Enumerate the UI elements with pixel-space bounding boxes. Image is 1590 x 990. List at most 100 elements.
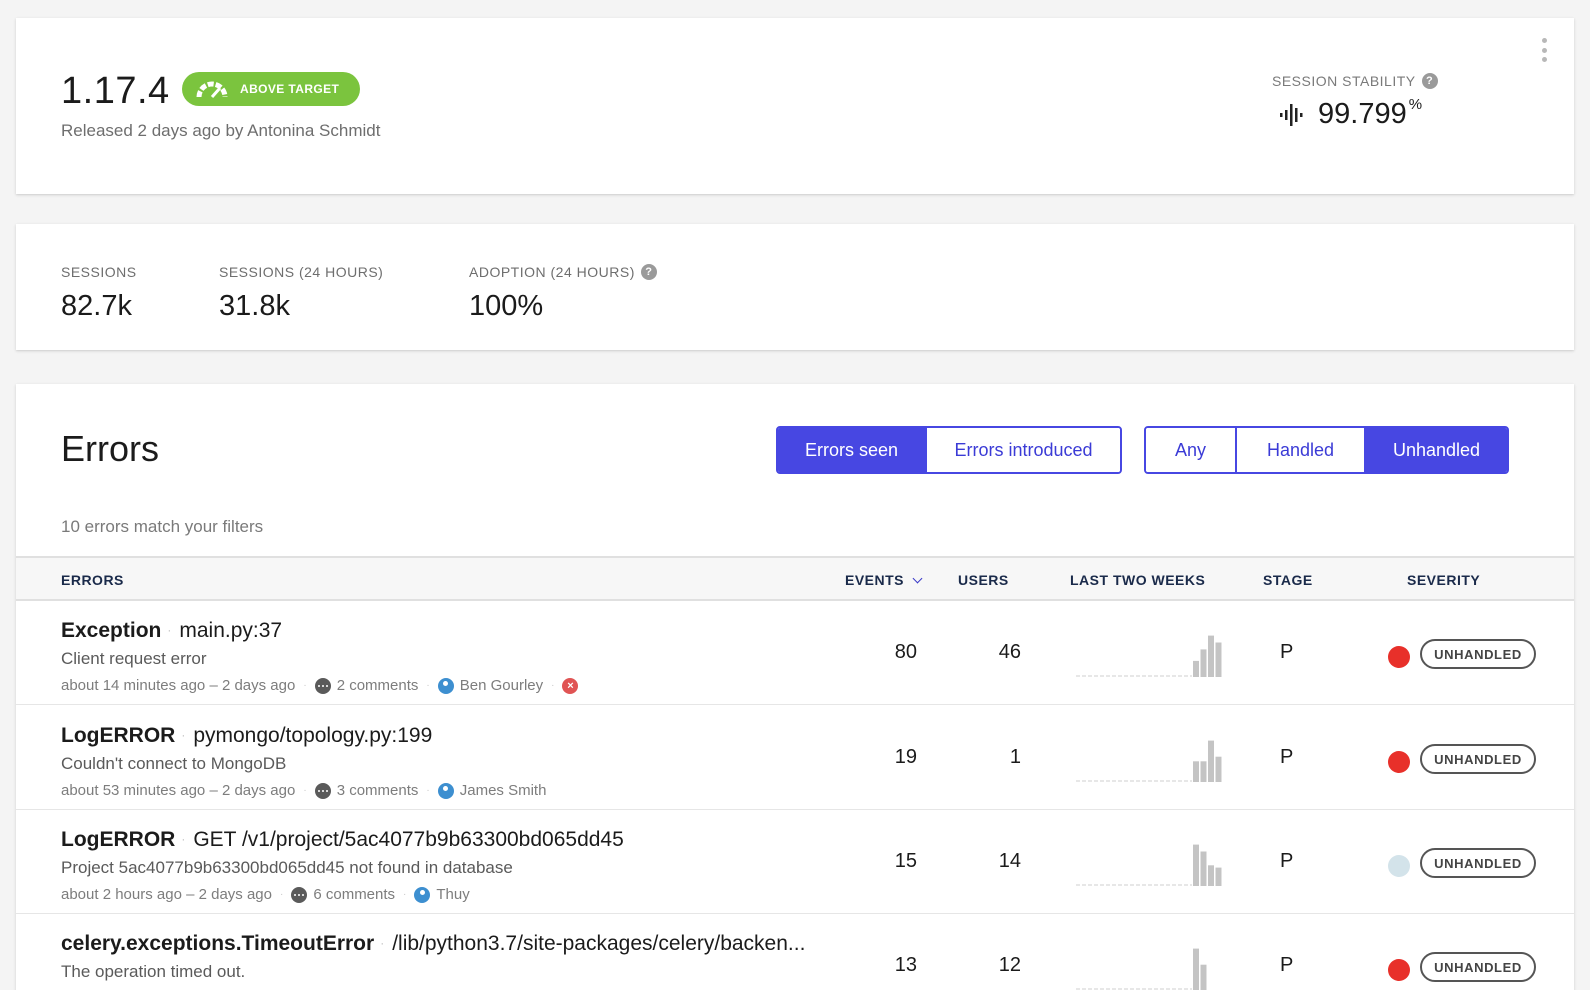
assignee[interactable]: James Smith	[460, 782, 547, 799]
error-time: about 14 minutes ago – 2 days ago	[61, 677, 296, 694]
sparkline-bar	[1193, 660, 1199, 677]
sparkline-bar	[1200, 649, 1207, 677]
severity-badge: UNHANDLED	[1420, 848, 1536, 878]
sparkline-bar	[1193, 761, 1199, 782]
column-stage[interactable]: STAGE	[1263, 572, 1313, 588]
handled-filter-toggle: Any Handled Unhandled	[1144, 426, 1509, 474]
errors-card: Errors Errors seen Errors introduced Any…	[16, 384, 1574, 990]
metric-value: 82.7k	[61, 290, 132, 322]
users-count: 1	[1009, 746, 1021, 768]
error-type: LogERROR	[61, 724, 176, 747]
stage-value: P	[1280, 746, 1294, 768]
metric-value: 31.8k	[219, 290, 290, 322]
severity-badge: UNHANDLED	[1420, 952, 1536, 982]
error-location: pymongo/topology.py:199	[193, 724, 433, 747]
table-row[interactable]: celery.exceptions.TimeoutError ·/lib/pyth…	[16, 914, 1574, 990]
help-icon[interactable]: ?	[1421, 73, 1438, 89]
more-options-icon[interactable]	[1540, 38, 1548, 62]
column-errors[interactable]: ERRORS	[61, 572, 124, 588]
match-count: 10 errors match your filters	[61, 517, 264, 536]
column-last-two-weeks: LAST TWO WEEKS	[1070, 572, 1206, 588]
comment-icon	[291, 886, 308, 903]
column-severity[interactable]: SEVERITY	[1407, 572, 1480, 588]
sparkline-chart	[1076, 948, 1207, 990]
error-location: main.py:37	[179, 619, 283, 642]
session-stability-label: SESSION STABILITY ?	[1272, 73, 1438, 89]
table-header: ERRORS EVENTS USERS LAST TWO WEEKS STAGE…	[16, 556, 1574, 601]
events-count: 80	[894, 641, 917, 663]
error-meta: about 53 minutes ago – 2 days ago · 3 co…	[61, 782, 547, 799]
errors-seen-button[interactable]: Errors seen	[778, 428, 925, 472]
severity-dot	[1388, 646, 1410, 668]
sparkline-bar	[1215, 642, 1222, 677]
waveform-icon	[1280, 103, 1303, 126]
table-row[interactable]: Exception · main.py:37 Client request erro…	[16, 601, 1574, 705]
sparkline-bar	[1200, 964, 1207, 990]
any-button[interactable]: Any	[1146, 428, 1235, 472]
users-count: 46	[998, 641, 1021, 663]
metric-sessions-24h: SESSIONS (24 HOURS) 31.8k	[219, 264, 383, 323]
table-row[interactable]: LogERROR · GET /v1/project/5ac4077b9b63300…	[16, 810, 1574, 914]
metric-adoption-24h: ADOPTION (24 HOURS) ? 100%	[469, 264, 657, 323]
error-location: /lib/python3.7/site-packages/celery/back…	[392, 932, 806, 955]
sparkline-bar	[1200, 761, 1207, 782]
events-count: 19	[894, 746, 917, 768]
above-target-badge: ABOVE TARGET	[182, 72, 360, 106]
error-title[interactable]: Exception · main.py:37	[61, 619, 282, 643]
metric-label: SESSIONS	[61, 264, 137, 280]
error-type: LogERROR	[61, 828, 176, 851]
sparkline-bar	[1193, 844, 1199, 886]
error-type: Exception	[61, 619, 162, 642]
comment-icon	[314, 782, 331, 799]
severity-dot	[1388, 855, 1410, 877]
error-message: Project 5ac4077b9b63300bd065dd45 not fou…	[61, 858, 513, 877]
severity-dot	[1388, 959, 1410, 981]
metric-label: ADOPTION (24 HOURS) ?	[469, 264, 657, 280]
sparkline-chart	[1076, 844, 1222, 886]
error-message: The operation timed out.	[61, 962, 246, 981]
column-events[interactable]: EVENTS	[845, 572, 923, 588]
sparkline-bar	[1215, 867, 1222, 886]
handled-button[interactable]: Handled	[1235, 428, 1364, 472]
released-info: Released 2 days ago by Antonina Schmidt	[61, 121, 381, 140]
severity-badge: UNHANDLED	[1420, 744, 1536, 774]
sparkline-bar	[1208, 635, 1214, 677]
comment-icon	[314, 677, 331, 694]
comment-count[interactable]: 2 comments	[337, 677, 419, 694]
errors-introduced-button[interactable]: Errors introduced	[925, 428, 1120, 472]
events-count: 15	[894, 850, 917, 872]
table-row[interactable]: LogERROR · pymongo/topology.py:199 Couldn'…	[16, 706, 1574, 810]
error-title[interactable]: celery.exceptions.TimeoutError ·/lib/pyth…	[61, 932, 805, 956]
error-location: GET /v1/project/5ac4077b9b63300bd065dd45	[193, 828, 624, 851]
stage-value: P	[1280, 954, 1294, 976]
error-title[interactable]: LogERROR · pymongo/topology.py:199	[61, 724, 432, 748]
events-count: 13	[894, 954, 917, 976]
errors-title: Errors	[61, 428, 159, 469]
metric-value: 100%	[469, 290, 544, 322]
help-icon[interactable]: ?	[640, 264, 657, 280]
error-title[interactable]: LogERROR · GET /v1/project/5ac4077b9b63300…	[61, 828, 624, 852]
comment-count[interactable]: 3 comments	[337, 782, 419, 799]
close-icon[interactable]: ×	[562, 677, 579, 694]
user-icon	[414, 886, 431, 903]
sparkline-bar	[1208, 740, 1214, 782]
stability-unit: %	[1408, 96, 1423, 113]
sparkline-chart	[1076, 635, 1222, 677]
assignee[interactable]: Thuy	[436, 886, 469, 903]
users-count: 12	[998, 954, 1021, 976]
error-meta: about 14 minutes ago – 2 days ago · 2 co…	[61, 677, 584, 694]
stage-value: P	[1280, 641, 1294, 663]
error-message: Couldn't connect to MongoDB	[61, 754, 287, 773]
sparkline-bar	[1200, 851, 1207, 886]
release-version: 1.17.4	[61, 70, 170, 112]
unhandled-button[interactable]: Unhandled	[1364, 428, 1507, 472]
column-users[interactable]: USERS	[958, 572, 1009, 588]
comment-count[interactable]: 6 comments	[313, 886, 395, 903]
sparkline-chart	[1076, 740, 1222, 782]
metric-label: SESSIONS (24 HOURS)	[219, 264, 384, 280]
sessions-card: SESSIONS 82.7k SESSIONS (24 HOURS) 31.8k…	[16, 224, 1574, 350]
errors-seen-toggle: Errors seen Errors introduced	[776, 426, 1122, 474]
error-type: celery.exceptions.TimeoutError	[61, 932, 375, 955]
error-time: about 53 minutes ago – 2 days ago	[61, 782, 296, 799]
assignee[interactable]: Ben Gourley	[460, 677, 543, 694]
